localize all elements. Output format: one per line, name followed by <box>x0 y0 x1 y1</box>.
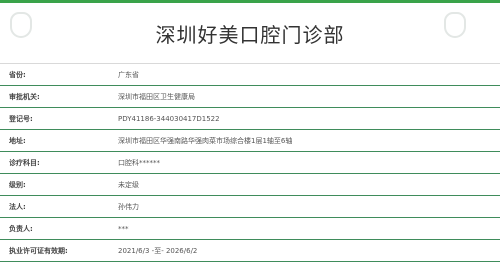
row-label: 审批机关: <box>9 93 40 101</box>
row-license-validity: 执业许可证有效期: 2021/6/3 -至- 2026/6/2 <box>0 240 500 262</box>
row-label: 地址: <box>9 137 26 145</box>
row-value: 深圳市福田区华强南路华强肉菜市场综合楼1层1轴至6轴 <box>118 137 293 145</box>
row-label: 级别: <box>9 181 26 189</box>
row-value: 广东省 <box>118 71 139 79</box>
info-table: 省份: 广东省 审批机关: 深圳市福田区卫生健康局 登记号: PDY41186-… <box>0 64 500 262</box>
row-label: 省份: <box>9 71 26 79</box>
row-value: 口腔科****** <box>118 159 160 167</box>
row-label: 登记号: <box>9 115 33 123</box>
row-treatment-subjects: 诊疗科目: 口腔科****** <box>0 152 500 174</box>
row-province: 省份: 广东省 <box>0 64 500 86</box>
row-value: 未定级 <box>118 181 139 189</box>
row-level: 级别: 未定级 <box>0 174 500 196</box>
row-approval-authority: 审批机关: 深圳市福田区卫生健康局 <box>0 86 500 108</box>
row-value: 2021/6/3 -至- 2026/6/2 <box>118 247 198 255</box>
row-label: 负责人: <box>9 225 33 233</box>
row-label: 执业许可证有效期: <box>9 247 68 255</box>
row-value: 孙伟力 <box>118 203 139 211</box>
row-value: PDY41186-344030417D1522 <box>118 115 220 123</box>
row-value: 深圳市福田区卫生健康局 <box>118 93 195 101</box>
row-label: 法人: <box>9 203 26 211</box>
row-legal-person: 法人: 孙伟力 <box>0 196 500 218</box>
row-registration-number: 登记号: PDY41186-344030417D1522 <box>0 108 500 130</box>
row-label: 诊疗科目: <box>9 159 40 167</box>
row-address: 地址: 深圳市福田区华强南路华强肉菜市场综合楼1层1轴至6轴 <box>0 130 500 152</box>
page-title: 深圳好美口腔门诊部 <box>155 23 345 47</box>
row-person-in-charge: 负责人: *** <box>0 218 500 240</box>
row-value: *** <box>118 225 129 233</box>
top-accent-bar <box>0 0 500 3</box>
